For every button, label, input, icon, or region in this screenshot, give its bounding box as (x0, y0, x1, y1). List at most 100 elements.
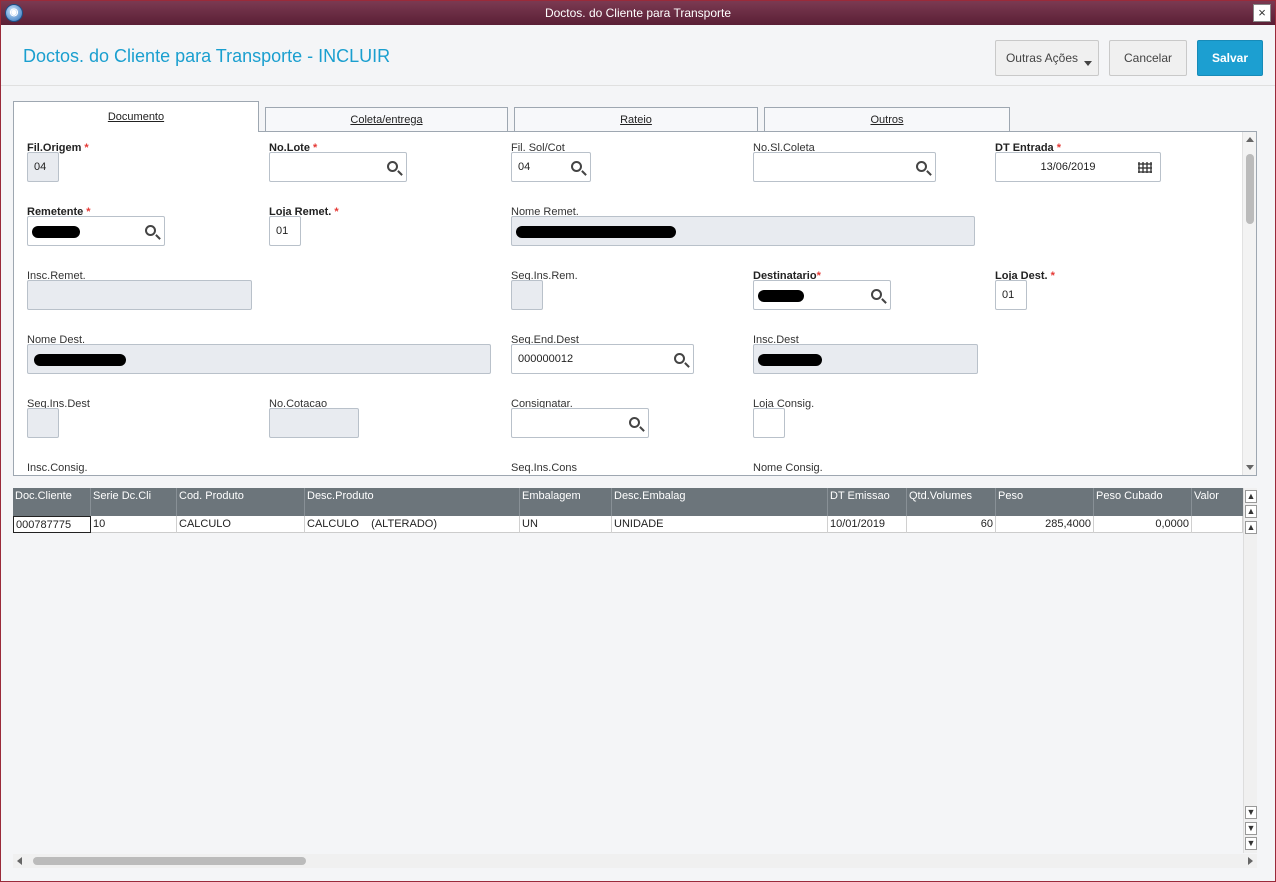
redaction-mark (758, 290, 804, 302)
scroll-up-icon[interactable]: ▲ (1245, 521, 1257, 534)
search-icon[interactable] (145, 225, 156, 236)
more-actions-button[interactable]: Outras Ações (995, 40, 1099, 76)
scroll-top-icon[interactable]: ▲ (1245, 490, 1257, 503)
loja-remet-input[interactable]: 01 (269, 216, 301, 246)
scroll-down-icon[interactable] (1246, 465, 1254, 470)
remetente-field: Remetente * (27, 206, 167, 251)
redaction-mark (34, 354, 126, 366)
destinatario-field: Destinatario* (753, 270, 893, 315)
chevron-down-icon (1084, 61, 1092, 66)
col-embalagem[interactable]: Embalagem (520, 488, 612, 516)
insc-dest-input[interactable] (753, 344, 978, 374)
scroll-thumb[interactable] (1246, 154, 1254, 224)
nome-dest-field: Nome Dest. (27, 334, 491, 379)
cell-peso-cubado[interactable]: 0,0000 (1094, 516, 1192, 533)
tab-outros[interactable]: Outros (764, 107, 1010, 131)
insc-dest-field: Insc.Dest (753, 334, 979, 379)
col-doc-cliente[interactable]: Doc.Cliente (13, 488, 91, 516)
destinatario-input[interactable] (753, 280, 891, 310)
dt-entrada-input[interactable]: 13/06/2019 (995, 152, 1161, 182)
save-button[interactable]: Salvar (1197, 40, 1263, 76)
window-title: Doctos. do Cliente para Transporte (544, 6, 732, 20)
cell-qtd-volumes[interactable]: 60 (907, 516, 996, 533)
col-peso[interactable]: Peso (996, 488, 1094, 516)
scroll-bottom-icon[interactable]: ▼ (1245, 837, 1257, 850)
tab-coleta-entrega[interactable]: Coleta/entrega (265, 107, 508, 131)
search-icon[interactable] (387, 161, 398, 172)
app-window: ◉ Doctos. do Cliente para Transporte × D… (0, 0, 1276, 882)
no-lote-field: No.Lote * (269, 142, 409, 187)
fil-origem-input[interactable]: 04 (27, 152, 59, 182)
fil-origem-field: Fil.Origem * 04 (27, 142, 89, 187)
calendar-icon[interactable] (1138, 162, 1152, 173)
page-header: Doctos. do Cliente para Transporte - INC… (1, 26, 1275, 86)
loja-consig-field: Loja Consig. (753, 398, 833, 443)
search-icon[interactable] (916, 161, 927, 172)
col-dt-emissao[interactable]: DT Emissao (828, 488, 907, 516)
cell-cod-produto[interactable]: CALCULO (177, 516, 305, 533)
remetente-input[interactable] (27, 216, 165, 246)
cell-peso[interactable]: 285,4000 (996, 516, 1094, 533)
cell-valor[interactable] (1192, 516, 1243, 533)
seq-end-dest-input[interactable]: 000000012 (511, 344, 694, 374)
app-logo-icon: ◉ (5, 4, 23, 22)
cell-desc-embalag[interactable]: UNIDADE (612, 516, 828, 533)
scroll-left-icon[interactable] (17, 857, 22, 865)
nome-remet-input[interactable] (511, 216, 975, 246)
seq-ins-dest-input[interactable] (27, 408, 59, 438)
scroll-down-icon[interactable]: ▼ (1245, 806, 1257, 819)
loja-consig-input[interactable] (753, 408, 785, 438)
col-desc-embalag[interactable]: Desc.Embalag (612, 488, 828, 516)
consignatar-input[interactable] (511, 408, 649, 438)
table-row[interactable]: 000787775 10 CALCULO CALCULO (ALTERADO) … (13, 516, 1243, 533)
scroll-right-icon[interactable] (1248, 857, 1253, 865)
close-window-button[interactable]: × (1253, 4, 1271, 22)
cell-doc-cliente[interactable]: 000787775 (13, 516, 91, 533)
fil-sol-cot-input[interactable]: 04 (511, 152, 591, 182)
cell-serie-dc-cli[interactable]: 10 (91, 516, 177, 533)
grid-scrollbar[interactable]: ▲ ▲ ▲ ▼ ▼ ▼ (1243, 488, 1257, 853)
seq-ins-rem-input[interactable] (511, 280, 543, 310)
no-lote-input[interactable] (269, 152, 407, 182)
tab-documento[interactable]: Documento (13, 101, 259, 132)
no-cotacao-field: No.Cotacao (269, 398, 361, 443)
insc-consig-label: Insc.Consig. (27, 462, 88, 474)
horizontal-scroll-thumb[interactable] (33, 857, 306, 865)
title-bar: ◉ Doctos. do Cliente para Transporte × (1, 1, 1275, 25)
consignatar-field: Consignatar. (511, 398, 651, 443)
tab-rateio[interactable]: Rateio (514, 107, 758, 131)
insc-remet-input[interactable] (27, 280, 252, 310)
form-scrollbar[interactable] (1242, 132, 1256, 475)
search-icon[interactable] (629, 417, 640, 428)
scroll-up-icon[interactable] (1246, 137, 1254, 142)
col-cod-produto[interactable]: Cod. Produto (177, 488, 305, 516)
form-tabs: Documento Coleta/entrega Rateio Outros (13, 101, 1253, 132)
no-sl-coleta-field: No.Sl.Coleta (753, 142, 937, 187)
page-title: Doctos. do Cliente para Transporte - INC… (23, 46, 391, 66)
grid-horizontal-scrollbar[interactable] (13, 854, 1257, 868)
nome-consig-label: Nome Consig. (753, 462, 823, 474)
no-sl-coleta-input[interactable] (753, 152, 936, 182)
seq-ins-dest-field: Seq.Ins.Dest (27, 398, 107, 443)
col-peso-cubado[interactable]: Peso Cubado (1094, 488, 1192, 516)
search-icon[interactable] (674, 353, 685, 364)
col-qtd-volumes[interactable]: Qtd.Volumes (907, 488, 996, 516)
col-desc-produto[interactable]: Desc.Produto (305, 488, 520, 516)
search-icon[interactable] (571, 161, 582, 172)
col-serie-dc-cli[interactable]: Serie Dc.Cli (91, 488, 177, 516)
cell-embalagem[interactable]: UN (520, 516, 612, 533)
cell-dt-emissao[interactable]: 10/01/2019 (828, 516, 907, 533)
search-icon[interactable] (871, 289, 882, 300)
nome-remet-field: Nome Remet. (511, 206, 975, 251)
col-valor[interactable]: Valor (1192, 488, 1243, 516)
page-down-icon[interactable]: ▼ (1245, 822, 1257, 835)
no-cotacao-input[interactable] (269, 408, 359, 438)
loja-dest-input[interactable]: 01 (995, 280, 1027, 310)
redaction-mark (32, 226, 80, 238)
cancel-button[interactable]: Cancelar (1109, 40, 1187, 76)
nome-dest-input[interactable] (27, 344, 491, 374)
fil-sol-cot-field: Fil. Sol/Cot 04 (511, 142, 593, 187)
cell-desc-produto[interactable]: CALCULO (ALTERADO) (305, 516, 520, 533)
page-up-icon[interactable]: ▲ (1245, 505, 1257, 518)
document-form: Fil.Origem * 04 No.Lote * Fil. Sol/Cot 04 … (13, 131, 1257, 476)
